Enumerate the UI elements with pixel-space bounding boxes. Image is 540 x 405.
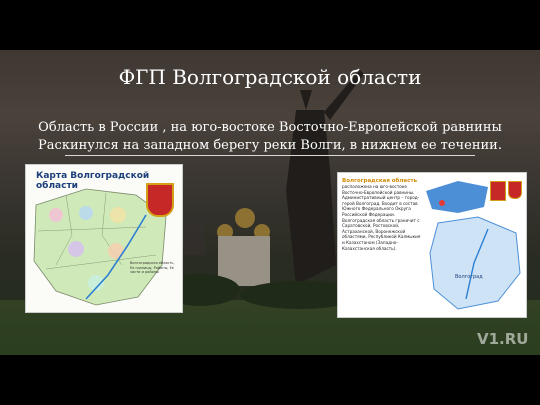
- city-label: Волгоград: [455, 274, 483, 280]
- subtitle-line-1: Область в России , на юго-востоке Восточ…: [38, 120, 502, 135]
- region-map-left: Карта Волгоградской области Волгоградска…: [25, 164, 183, 313]
- flag-icon: [490, 181, 506, 201]
- watermark: V1.RU: [477, 330, 529, 348]
- map-left-legend: Волгоградская область, Ее границы, Район…: [130, 261, 175, 274]
- russia-minimap: [426, 181, 488, 213]
- slide: ФГП Волгоградской области Область в Росс…: [0, 0, 540, 405]
- region-coat-of-arms: [146, 183, 174, 217]
- region-map-right: Волгоградская область расположена на юго…: [337, 172, 527, 318]
- underline-divider: [65, 155, 475, 156]
- subtitle-line-2: Раскинулся на западном берегу реки Волги…: [38, 138, 502, 153]
- coat-of-arms-icon: [508, 181, 522, 199]
- slide-title: ФГП Волгоградской области: [118, 65, 422, 89]
